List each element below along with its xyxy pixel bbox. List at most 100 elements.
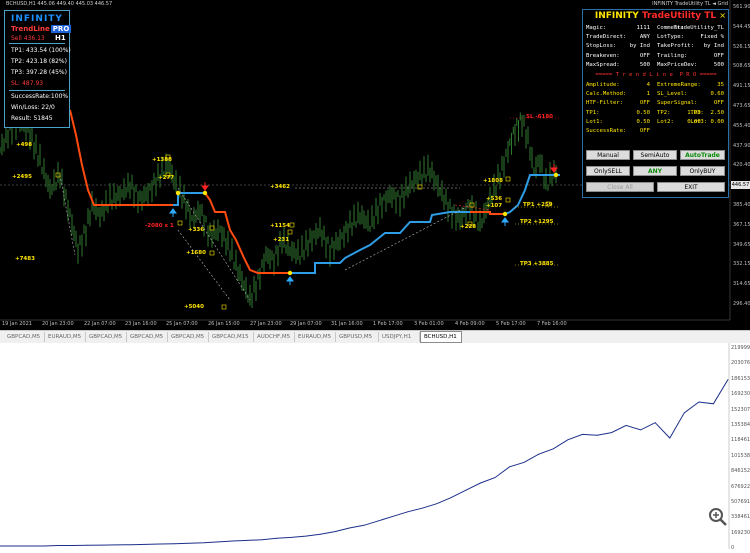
balance-point	[509, 466, 510, 467]
balance-point	[495, 477, 496, 478]
chart-tab[interactable]: GBPCAD,M5	[127, 332, 168, 342]
time-axis-label: 23 Jan 16:00	[125, 321, 157, 327]
balance-point	[247, 540, 248, 541]
balance-point	[276, 538, 277, 539]
trendline-label: TrendLine	[11, 25, 50, 33]
panel-av: 500	[640, 62, 650, 68]
autotrade-button[interactable]: AutoTrade	[680, 150, 725, 160]
trend-line-up	[290, 212, 470, 273]
panel-av: by Ind	[630, 43, 650, 49]
price-axis-label: 385.40	[733, 202, 750, 208]
balance-point	[451, 497, 452, 498]
order-marker	[418, 185, 422, 189]
panel-a: TradeDirect:	[586, 34, 626, 40]
manual-button[interactable]: Manual	[586, 150, 630, 160]
take-profit-label: TP2 +1295	[520, 219, 553, 225]
chart-tab[interactable]: GBPCAD,M5	[4, 332, 45, 342]
time-axis-label: 29 Jan 07:00	[290, 321, 322, 327]
balance-axis-label: 507691	[731, 499, 750, 505]
pro-badge: PRO	[51, 25, 71, 33]
price-axis-label: 332.15	[733, 261, 750, 267]
balance-axis-label: 338461	[731, 514, 750, 520]
panel-bv: Fixed %	[700, 34, 724, 40]
chart-tab[interactable]: USDJPY,H1	[379, 332, 420, 342]
chart-tab[interactable]: AUDCHF,M5	[254, 332, 295, 342]
balance-point	[436, 503, 437, 504]
balance-point	[567, 439, 568, 440]
trade-utility-panel: INFINITY TradeUtility TL × Magic:1111Com…	[582, 9, 729, 198]
chart-tab[interactable]: GBPUSD,M5	[336, 332, 379, 342]
order-marker	[506, 198, 510, 202]
time-axis-label: 25 Jan 07:00	[166, 321, 198, 327]
panel-a: SuccessRate:	[586, 128, 626, 134]
timeframe: H1	[55, 34, 66, 42]
balance-point	[43, 546, 44, 547]
candles	[0, 111, 556, 308]
chart-tabs: GBPCAD,M5EURAUD,M5GBPCAD,M5GBPCAD,M5GBPC…	[0, 330, 750, 344]
panel-a: Calc.Method:	[586, 91, 626, 97]
chart-tab[interactable]: EURAUD,M5	[45, 332, 86, 342]
chart-tab[interactable]: EURAUD,M5	[295, 332, 336, 342]
time-axis-label: 20 Jan 23:00	[42, 321, 74, 327]
sell-signal: Sell 436.13	[11, 35, 45, 42]
chart-tab[interactable]: GBPCAD,M5	[168, 332, 209, 342]
order-marker	[288, 230, 292, 234]
panel-av: OFF	[640, 128, 650, 134]
panel-bv: OFF	[714, 100, 724, 106]
buy-arrow-icon	[287, 277, 293, 285]
panel-a: StopLoss:	[586, 43, 616, 49]
chart-tab[interactable]: BCHUSD,H1	[420, 331, 462, 343]
time-axis-label: 27 Jan 23:00	[250, 321, 282, 327]
profit-label: +536	[486, 196, 502, 202]
panel-av: 0.50	[637, 119, 650, 125]
chart-tab[interactable]: GBPCAD,M15	[209, 332, 254, 342]
panel-av: ANY	[640, 34, 650, 40]
balance-point	[174, 543, 175, 544]
balance-point	[262, 539, 263, 540]
panel-b: LotType:	[657, 34, 684, 40]
time-axis-label: 7 Feb 16:00	[537, 321, 567, 327]
profit-label: +228	[460, 224, 476, 230]
balance-point	[160, 544, 161, 545]
price-axis-label: 526.15	[733, 44, 750, 50]
zoom-icon[interactable]	[707, 506, 729, 528]
price-axis-label: 296.40	[733, 301, 750, 307]
trendline-separator: ===== T r e n d L i n e P R O =====	[586, 72, 726, 78]
price-axis-label: 561.90	[733, 4, 750, 10]
balance-point	[582, 434, 583, 435]
balance-point	[393, 516, 394, 517]
balance-point	[189, 543, 190, 544]
balance-point	[669, 438, 670, 439]
panel-bv: 500	[714, 62, 724, 68]
trade-link-line	[178, 188, 250, 300]
tp3-line: TP3: 397.28 (45%)	[11, 69, 67, 76]
balance-point	[626, 425, 627, 426]
loss-label: -2080 x 1	[145, 223, 174, 229]
onlysell-button[interactable]: OnlySELL	[586, 166, 630, 176]
price-chart[interactable]: BCHUSD,H1 445.06 449.40 445.03 446.57 IN…	[0, 0, 750, 330]
divider	[9, 43, 65, 44]
panel-bv: TP3: 2.50	[690, 110, 724, 116]
trendline-logo: TrendLinePRO	[11, 25, 71, 33]
semiauto-button[interactable]: SemiAuto	[633, 150, 677, 160]
balance-axis-label: 676922	[731, 484, 750, 490]
onlybuy-button[interactable]: OnlyBUY	[680, 166, 725, 176]
panel-av: 4	[647, 82, 650, 88]
balance-point	[320, 534, 321, 535]
close-all-button[interactable]: Close All	[586, 182, 654, 192]
close-icon[interactable]: ×	[719, 11, 726, 20]
profit-label: +1808	[483, 178, 503, 184]
panel-b: MaxPriceDev:	[657, 62, 697, 68]
exit-button[interactable]: EXIT	[657, 182, 725, 192]
chart-tab[interactable]: GBPCAD,M5	[86, 332, 127, 342]
time-axis-label: 26 Jan 15:00	[208, 321, 240, 327]
balance-point	[597, 435, 598, 436]
panel-av: 0.50	[637, 110, 650, 116]
panel-row: MaxSpread:500MaxPriceDev:500	[586, 62, 726, 70]
balance-axis-label: 1353843	[731, 422, 750, 428]
sell-arrow-icon	[202, 182, 208, 190]
panel-a: Breakeven:	[586, 53, 620, 59]
balance-point	[655, 422, 656, 423]
any-button[interactable]: ANY	[633, 166, 677, 176]
panel-row: Lot1:0.50Lot2: 0.00Lot3: 0.00	[586, 119, 726, 127]
